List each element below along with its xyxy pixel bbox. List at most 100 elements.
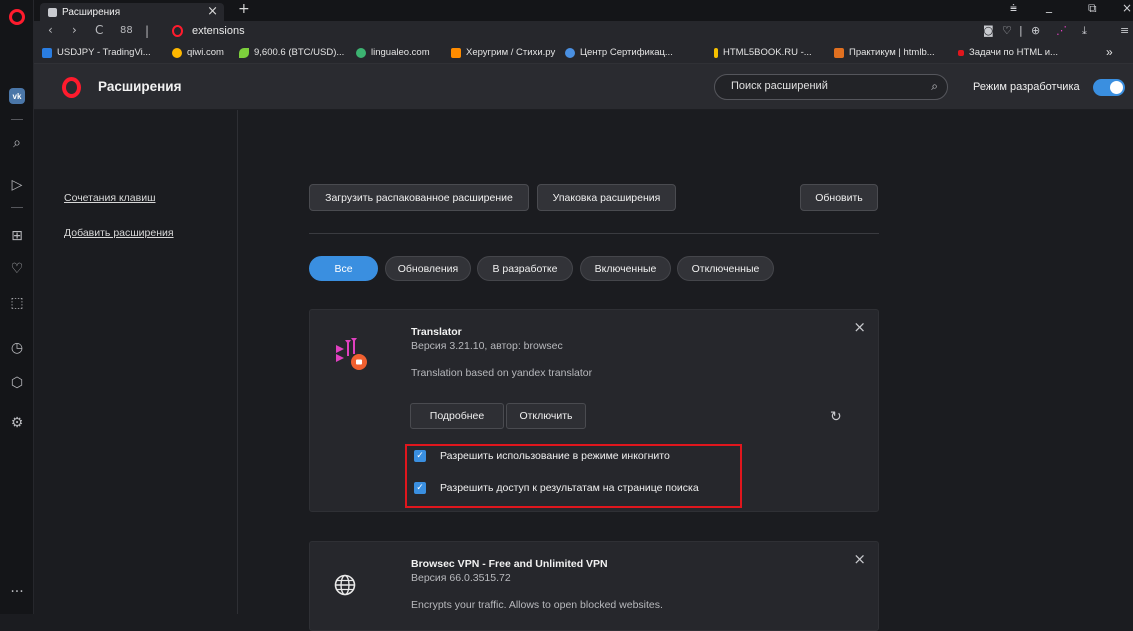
download-icon[interactable]: ⤓ [1082,24,1087,38]
details-button[interactable]: Подробнее [410,403,504,429]
send-icon[interactable]: ▷ [0,173,34,197]
filter-updates[interactable]: Обновления [385,256,471,281]
extension-card-translator: × Translator Версия 3.21.10, автор: brow… [309,309,879,512]
search-input[interactable] [731,80,911,92]
toolbar-divider [309,233,879,234]
url-field[interactable]: extensions [192,25,245,37]
bookmark-favicon-icon [565,48,575,58]
chat-icon[interactable]: ⬚ [0,291,34,315]
opera-page-icon [172,25,183,37]
reload-extension-icon[interactable]: ↻ [830,409,842,425]
tab-extensions[interactable]: Расширения × [40,3,224,21]
bookmark-favicon-icon [834,48,844,58]
dev-mode-label: Режим разработчика [973,81,1080,93]
more-icon[interactable]: ··· [0,580,34,604]
bookmark-favicon-icon [958,50,964,56]
forward-button[interactable]: › [72,23,77,37]
history-icon[interactable]: ◷ [0,336,34,360]
bookmark-item[interactable]: 9,600.6 (BTC/USD)... [239,47,344,58]
add-extensions-link[interactable]: Добавить расширения [64,227,174,239]
extension-version: Версия 66.0.3515.72 [411,572,511,584]
extension-name: Browsec VPN - Free and Unlimited VPN [411,558,608,570]
filter-all[interactable]: Все [309,256,378,281]
bookmark-heart-icon[interactable]: ♡ [1002,24,1012,37]
restore-button[interactable]: ⧉ [1088,1,1097,16]
update-button[interactable]: Обновить [800,184,878,211]
filter-enabled[interactable]: Включенные [580,256,671,281]
tab-title: Расширения [62,7,120,18]
extension-description: Translation based on yandex translator [411,367,592,379]
bookmark-favicon-icon [714,48,718,58]
reload-button[interactable]: C [95,23,103,37]
extension-version: Версия 3.21.10, автор: browsec [411,340,563,352]
sidebar-divider [11,119,23,120]
speed-dial-icon[interactable]: ⊞ [0,224,34,248]
extensions-tab-icon [48,8,57,17]
minimize-button[interactable]: _ [1046,0,1052,13]
vpn-icon[interactable]: ⊕ [1031,24,1040,37]
bookmark-item[interactable]: USDJPY - TradingVi... [42,47,151,58]
search-icon[interactable]: ⌕ [931,79,938,94]
incognito-checkbox[interactable]: ✓ [414,450,426,462]
pack-extension-button[interactable]: Упаковка расширения [537,184,676,211]
page-title: Расширения [98,79,181,94]
bookmark-favicon-icon [356,48,366,58]
vk-icon[interactable]: vk [9,88,25,104]
back-button[interactable]: ‹ [48,23,53,37]
search-icon[interactable]: ⌕ [0,131,34,155]
speed-dial-button[interactable]: 88 [120,25,133,36]
opera-logo-icon [62,77,81,98]
remove-extension-close-icon[interactable]: × [853,318,866,336]
translator-toolbar-icon[interactable]: ⋰ [1056,24,1067,37]
keyboard-shortcuts-link[interactable]: Сочетания клавиш [64,192,156,204]
tab-close-icon[interactable]: × [207,4,218,19]
tab-menu-icon[interactable]: ⩧ [1010,1,1017,16]
bookmark-item[interactable]: Практикум | htmlb... [834,47,935,58]
left-nav: Сочетания клавиш Добавить расширения [34,110,238,614]
bookmarks-bar: USDJPY - TradingVi... qiwi.com 9,600.6 (… [34,42,1133,64]
extension-card-browsec: × Browsec VPN - Free and Unlimited VPN В… [309,541,879,631]
tab-bar: Расширения × + ⩧ _ ⧉ × [34,0,1133,21]
incognito-option-label: Разрешить использование в режиме инкогни… [440,450,670,462]
search-results-checkbox[interactable]: ✓ [414,482,426,494]
close-window-button[interactable]: × [1122,1,1132,15]
search-results-option-label: Разрешить доступ к результатам на страни… [440,482,699,494]
dev-mode-toggle[interactable] [1093,79,1125,96]
bookmark-favicon-icon [451,48,461,58]
easy-setup-icon[interactable]: ≡ [1120,24,1129,37]
remove-extension-close-icon[interactable]: × [853,550,866,568]
address-bar: ‹ › C 88 | extensions ◙ ♡ | ⊕ ⋰ ⤓ ≡ [34,21,1133,42]
bookmark-item[interactable]: HTML5BOOK.RU -... [714,47,812,58]
translator-icon [332,334,372,374]
filter-in-development[interactable]: В разработке [477,256,573,281]
bookmark-item[interactable]: Херугрим / Стихи.ру [451,47,555,58]
extension-description: Encrypts your traffic. Allows to open bl… [411,599,663,611]
address-separator: | [145,24,149,38]
search-results-option[interactable]: ✓ Разрешить доступ к результатам на стра… [414,482,699,494]
bookmark-favicon-icon [172,48,182,58]
bookmark-item[interactable]: Задачи по HTML и... [958,47,1058,58]
globe-icon [334,574,356,596]
bookmark-item[interactable]: qiwi.com [172,47,224,58]
toolbar-separator: | [1019,24,1023,37]
bookmark-item[interactable]: Центр Сертификац... [565,47,673,58]
extensions-cube-icon[interactable]: ⬡ [0,371,34,395]
incognito-option[interactable]: ✓ Разрешить использование в режиме инког… [414,450,670,462]
extensions-header: Расширения ⌕ Режим разработчика [34,64,1133,110]
new-tab-button[interactable]: + [238,1,250,17]
sidebar-divider [11,207,23,208]
opera-logo-icon[interactable] [9,9,25,25]
extension-name: Translator [411,326,462,338]
bookmark-favicon-icon [42,48,52,58]
filter-disabled[interactable]: Отключенные [677,256,774,281]
search-box[interactable]: ⌕ [714,74,948,100]
disable-button[interactable]: Отключить [506,403,586,429]
bookmarks-more-icon[interactable]: » [1106,45,1113,59]
settings-gear-icon[interactable]: ⚙ [0,411,34,435]
heart-icon[interactable]: ♡ [0,257,34,281]
load-unpacked-button[interactable]: Загрузить распакованное расширение [309,184,529,211]
bookmark-favicon-icon [239,48,249,58]
snapshot-icon[interactable]: ◙ [983,24,994,37]
bookmark-item[interactable]: lingualeo.com [356,47,430,58]
main-content: Загрузить распакованное расширение Упако… [239,110,1133,614]
